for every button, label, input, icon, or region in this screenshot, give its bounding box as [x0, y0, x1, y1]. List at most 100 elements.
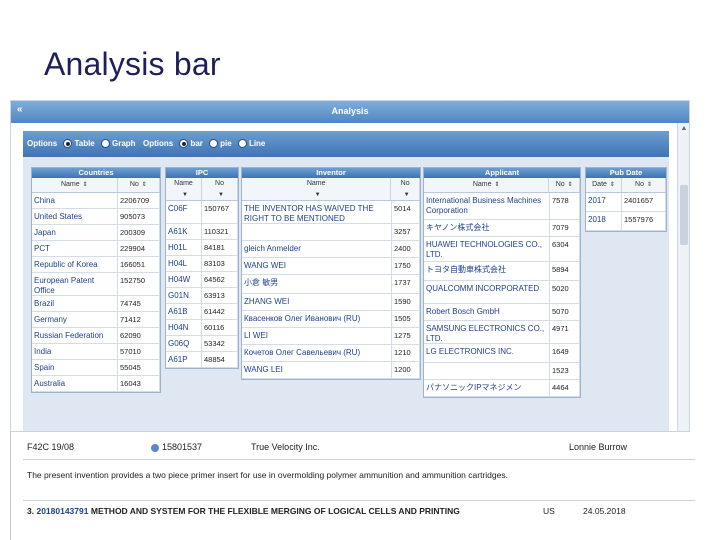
pubdate-date-header[interactable]: Date ⇕	[586, 178, 623, 192]
countries-row[interactable]: India 57010	[32, 344, 160, 360]
applicant-row[interactable]: International Business Machines Corporat…	[424, 193, 580, 220]
applicant-row[interactable]: パナソニックIPマネジメン 4464	[424, 380, 580, 397]
ipc-name-cell[interactable]: G01N	[166, 288, 202, 303]
countries-name-cell[interactable]: China	[32, 193, 118, 208]
inventor-name-cell[interactable]: LI WEI	[242, 328, 392, 344]
scroll-thumb[interactable]	[680, 185, 688, 245]
countries-row[interactable]: Spain 55045	[32, 360, 160, 376]
applicant-row[interactable]: SAMSUNG ELECTRONICS CO., LTD. 4971	[424, 321, 580, 344]
countries-name-cell[interactable]: United States	[32, 209, 118, 224]
inventor-row[interactable]: WANG WEI 1750	[242, 258, 420, 275]
inventor-row[interactable]: LI WEI 1275	[242, 328, 420, 345]
inventor-name-cell[interactable]: Квасенков Олег Иванович (RU)	[242, 311, 392, 327]
radio-bar[interactable]	[179, 139, 189, 149]
inventor-row[interactable]: ZHANG WEI 1590	[242, 294, 420, 311]
countries-row[interactable]: China 2206709	[32, 193, 160, 209]
next-result[interactable]: 3. 20180143791 METHOD AND SYSTEM FOR THE…	[27, 506, 460, 516]
ipc-name-cell[interactable]: C06F	[166, 201, 202, 223]
inventor-name-cell[interactable]: 小倉 敏男	[242, 275, 392, 293]
radio-table-label[interactable]: Table	[74, 139, 94, 148]
ipc-row[interactable]: G06Q 53342	[166, 336, 238, 352]
applicant-name-cell[interactable]: QUALCOMM INCORPORATED	[424, 281, 550, 303]
ipc-row[interactable]: A61P 48854	[166, 352, 238, 368]
countries-name-cell[interactable]: Germany	[32, 312, 118, 327]
countries-row[interactable]: Australia 16043	[32, 376, 160, 392]
inventor-name-cell[interactable]: ZHANG WEI	[242, 294, 392, 310]
applicant-row[interactable]: Robert Bosch GmbH 5070	[424, 304, 580, 321]
classification-code[interactable]: F42C 19/08	[27, 442, 74, 452]
ipc-row[interactable]: H04W 64562	[166, 272, 238, 288]
ipc-name-header[interactable]: Name ▼	[166, 178, 202, 200]
scroll-up-icon[interactable]: ▲	[678, 125, 689, 135]
countries-name-cell[interactable]: Russian Federation	[32, 328, 118, 343]
ipc-name-cell[interactable]: A61P	[166, 352, 202, 367]
inventor-row[interactable]: gleich Anmelder 2400	[242, 241, 420, 258]
inventor-name-cell[interactable]: WANG WEI	[242, 258, 392, 274]
inventor-name-cell[interactable]: THE INVENTOR HAS WAIVED THE RIGHT TO BE …	[242, 201, 392, 223]
inventor-row[interactable]: Кочетов Олег Савельевич (RU) 1210	[242, 345, 420, 362]
pubdate-name-cell[interactable]: 2017	[586, 193, 622, 211]
ipc-row[interactable]: H01L 84181	[166, 240, 238, 256]
countries-name-header[interactable]: Name ⇕	[32, 178, 118, 192]
radio-line[interactable]	[237, 139, 247, 149]
ipc-name-cell[interactable]: H04L	[166, 256, 202, 271]
applicant-name-cell[interactable]	[424, 363, 550, 379]
inventor-name-cell[interactable]: WANG LEI	[242, 362, 392, 378]
applicant-row[interactable]: HUAWEI TECHNOLOGIES CO., LTD. 6304	[424, 237, 580, 262]
applicant-name-cell[interactable]: トヨタ自動車株式会社	[424, 262, 550, 280]
applicant-name-cell[interactable]: International Business Machines Corporat…	[424, 193, 550, 219]
applicant-name-cell[interactable]: HUAWEI TECHNOLOGIES CO., LTD.	[424, 237, 550, 261]
ipc-name-cell[interactable]: A61K	[166, 224, 202, 239]
ipc-row[interactable]: H04L 83103	[166, 256, 238, 272]
inventor-row[interactable]: 小倉 敏男 1737	[242, 275, 420, 294]
inventor-name-cell[interactable]	[242, 224, 392, 240]
ipc-row[interactable]: C06F 150767	[166, 201, 238, 224]
countries-name-cell[interactable]: Republic of Korea	[32, 257, 118, 272]
inventor-name-header[interactable]: Name ▼	[242, 178, 392, 200]
radio-table[interactable]	[63, 139, 73, 149]
countries-name-cell[interactable]: European Patent Office	[32, 273, 118, 295]
radio-graph-label[interactable]: Graph	[112, 139, 136, 148]
radio-graph[interactable]	[101, 139, 110, 149]
inventor-no-header[interactable]: No ▼	[391, 178, 420, 200]
inventor-name-cell[interactable]: Кочетов Олег Савельевич (RU)	[242, 345, 392, 361]
countries-name-cell[interactable]: PCT	[32, 241, 118, 256]
countries-row[interactable]: European Patent Office 152750	[32, 273, 160, 296]
applicant-no-header[interactable]: No ⇕	[549, 178, 580, 192]
applicant-name-cell[interactable]: キヤノン株式会社	[424, 220, 550, 236]
ipc-row[interactable]: H04N 60116	[166, 320, 238, 336]
inventor-row[interactable]: 3257	[242, 224, 420, 241]
pubdate-no-header[interactable]: No ⇕	[622, 178, 666, 192]
applicant-name-header[interactable]: Name ⇕	[424, 178, 550, 192]
ipc-row[interactable]: A61K 110321	[166, 224, 238, 240]
ipc-name-cell[interactable]: H04N	[166, 320, 202, 335]
countries-name-cell[interactable]: Brazil	[32, 296, 118, 311]
countries-row[interactable]: Germany 71412	[32, 312, 160, 328]
applicant-name-cell[interactable]: Robert Bosch GmbH	[424, 304, 550, 320]
countries-name-cell[interactable]: Japan	[32, 225, 118, 240]
applicant-row[interactable]: トヨタ自動車株式会社 5894	[424, 262, 580, 281]
countries-row[interactable]: United States 905073	[32, 209, 160, 225]
countries-name-cell[interactable]: India	[32, 344, 118, 359]
radio-pie[interactable]	[209, 139, 219, 149]
countries-row[interactable]: PCT 229904	[32, 241, 160, 257]
inventor-name-cell[interactable]: gleich Anmelder	[242, 241, 392, 257]
radio-bar-label[interactable]: bar	[190, 139, 202, 148]
pubdate-name-cell[interactable]: 2018	[586, 212, 622, 230]
applicant-name-cell[interactable]: パナソニックIPマネジメン	[424, 380, 550, 396]
applicant-row[interactable]: 1523	[424, 363, 580, 380]
countries-row[interactable]: Republic of Korea 166051	[32, 257, 160, 273]
applicant-row[interactable]: LG ELECTRONICS INC. 1649	[424, 344, 580, 363]
applicant-name-cell[interactable]: LG ELECTRONICS INC.	[424, 344, 550, 362]
vertical-scrollbar[interactable]: ▲	[677, 123, 689, 431]
info-icon[interactable]	[151, 443, 159, 452]
ipc-name-cell[interactable]: G06Q	[166, 336, 202, 351]
ipc-name-cell[interactable]: A61B	[166, 304, 202, 319]
ipc-name-cell[interactable]: H01L	[166, 240, 202, 255]
countries-no-header[interactable]: No ⇕	[118, 178, 160, 192]
result-number[interactable]: 15801537	[151, 442, 202, 452]
countries-name-cell[interactable]: Spain	[32, 360, 118, 375]
inventor-row[interactable]: Квасенков Олег Иванович (RU) 1505	[242, 311, 420, 328]
pubdate-row[interactable]: 2018 1557976	[586, 212, 666, 231]
ipc-name-cell[interactable]: H04W	[166, 272, 202, 287]
